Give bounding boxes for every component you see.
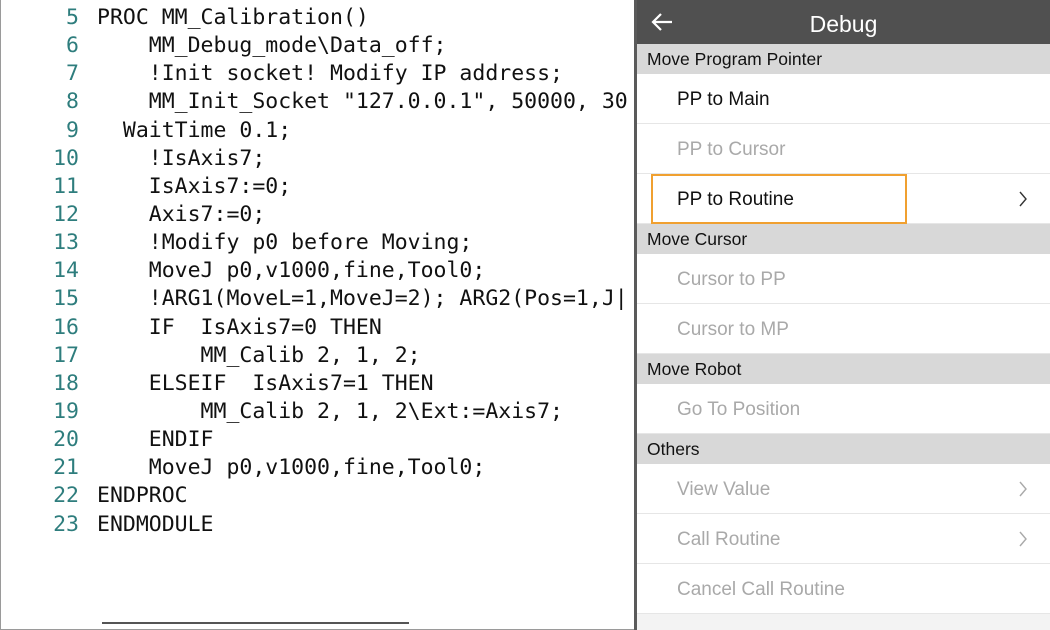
code-text: ENDMODULE bbox=[97, 511, 214, 537]
line-number: 9 bbox=[66, 117, 79, 143]
section-header-move-robot: Move Robot bbox=[637, 354, 1050, 384]
code-lines: 5 PROC MM_Calibration() 6 MM_Debug_mode\Da… bbox=[1, 4, 635, 539]
code-line[interactable]: 9 WaitTime 0.1; bbox=[1, 117, 635, 145]
menu-item-label: Cursor to MP bbox=[677, 319, 789, 340]
code-line[interactable]: 18 ELSEIF IsAxis7=1 THEN bbox=[1, 370, 635, 398]
code-line[interactable]: 11 IsAxis7:=0; bbox=[1, 173, 635, 201]
menu-item-call-routine[interactable]: Call Routine bbox=[637, 514, 1050, 564]
line-number: 7 bbox=[66, 61, 79, 87]
code-text: !Modify p0 before Moving; bbox=[97, 230, 473, 256]
code-line[interactable]: 13 !Modify p0 before Moving; bbox=[1, 229, 635, 257]
debug-header: Debug bbox=[637, 0, 1050, 44]
line-number: 12 bbox=[53, 201, 79, 227]
code-line[interactable]: 8 MM_Init_Socket "127.0.0.1", 50000, 30 bbox=[1, 88, 635, 116]
menu-item-pp-to-routine[interactable]: PP to Routine bbox=[637, 174, 1050, 224]
menu-item-cancel-call-routine[interactable]: Cancel Call Routine bbox=[637, 564, 1050, 614]
code-line[interactable]: 21 MoveJ p0,v1000,fine,Tool0; bbox=[1, 454, 635, 482]
line-number: 11 bbox=[53, 173, 79, 199]
line-number: 18 bbox=[53, 370, 79, 396]
menu-item-cursor-to-mp[interactable]: Cursor to MP bbox=[637, 304, 1050, 354]
code-text: MM_Calib 2, 1, 2; bbox=[97, 342, 421, 368]
code-text: IF IsAxis7=0 THEN bbox=[97, 314, 382, 340]
code-text: MM_Debug_mode\Data_off; bbox=[97, 33, 447, 59]
code-text: MoveJ p0,v1000,fine,Tool0; bbox=[97, 258, 486, 284]
code-text: MM_Calib 2, 1, 2\Ext:=Axis7; bbox=[97, 398, 563, 424]
debug-title: Debug bbox=[809, 11, 878, 37]
code-line[interactable]: 5 PROC MM_Calibration() bbox=[1, 4, 635, 32]
code-line[interactable]: 20 ENDIF bbox=[1, 426, 635, 454]
menu-item-cursor-to-pp[interactable]: Cursor to PP bbox=[637, 254, 1050, 304]
code-line[interactable]: 19 MM_Calib 2, 1, 2\Ext:=Axis7; bbox=[1, 398, 635, 426]
menu-item-label: Call Routine bbox=[677, 529, 781, 550]
line-number: 19 bbox=[53, 398, 79, 424]
line-number: 14 bbox=[53, 258, 79, 284]
section-header-others: Others bbox=[637, 434, 1050, 464]
horizontal-scrollbar[interactable] bbox=[102, 622, 409, 624]
menu-item-pp-to-main[interactable]: PP to Main bbox=[637, 74, 1050, 124]
code-text: MM_Init_Socket "127.0.0.1", 50000, 30 bbox=[97, 89, 628, 115]
code-line[interactable]: 6 MM_Debug_mode\Data_off; bbox=[1, 32, 635, 60]
code-text: MoveJ p0,v1000,fine,Tool0; bbox=[97, 455, 486, 481]
menu-item-pp-to-cursor[interactable]: PP to Cursor bbox=[637, 124, 1050, 174]
menu-item-label: Go To Position bbox=[677, 399, 801, 420]
chevron-right-icon bbox=[1019, 481, 1027, 497]
line-number: 15 bbox=[53, 286, 79, 312]
line-number: 10 bbox=[53, 145, 79, 171]
chevron-right-icon bbox=[1019, 531, 1027, 547]
menu-item-view-value[interactable]: View Value bbox=[637, 464, 1050, 514]
code-line[interactable]: 15 !ARG1(MoveL=1,MoveJ=2); ARG2(Pos=1,J| bbox=[1, 285, 635, 313]
code-text: PROC MM_Calibration() bbox=[97, 5, 369, 30]
section-header-move-cursor: Move Cursor bbox=[637, 224, 1050, 254]
code-text: ENDPROC bbox=[97, 483, 188, 509]
code-line[interactable]: 17 MM_Calib 2, 1, 2; bbox=[1, 342, 635, 370]
code-line[interactable]: 16 IF IsAxis7=0 THEN bbox=[1, 314, 635, 342]
menu-item-label: View Value bbox=[677, 479, 771, 500]
code-text: Axis7:=0; bbox=[97, 201, 266, 227]
menu-item-label: Cancel Call Routine bbox=[677, 579, 845, 600]
code-line[interactable]: 12 Axis7:=0; bbox=[1, 201, 635, 229]
code-line[interactable]: 23 ENDMODULE bbox=[1, 511, 635, 539]
line-number: 23 bbox=[53, 511, 79, 537]
code-line[interactable]: 22 ENDPROC bbox=[1, 482, 635, 510]
menu-item-label: PP to Routine bbox=[677, 189, 794, 210]
line-number: 6 bbox=[66, 33, 79, 59]
code-text: IsAxis7:=0; bbox=[97, 173, 292, 199]
line-number: 5 bbox=[66, 5, 79, 30]
line-number: 22 bbox=[53, 483, 79, 509]
line-number: 16 bbox=[53, 314, 79, 340]
section-header-move-program-pointer: Move Program Pointer bbox=[637, 44, 1050, 74]
menu-item-label: PP to Cursor bbox=[677, 139, 786, 160]
chevron-right-icon bbox=[1019, 191, 1027, 207]
line-number: 20 bbox=[53, 427, 79, 453]
code-line[interactable]: 7 !Init socket! Modify IP address; bbox=[1, 60, 635, 88]
code-text: ELSEIF IsAxis7=1 THEN bbox=[97, 370, 434, 396]
code-text: WaitTime 0.1; bbox=[97, 117, 292, 143]
code-text: !Init socket! Modify IP address; bbox=[97, 61, 563, 87]
debug-panel: Debug Move Program Pointer PP to Main PP t… bbox=[637, 0, 1050, 630]
line-number: 17 bbox=[53, 342, 79, 368]
line-number: 13 bbox=[53, 230, 79, 256]
code-text: ENDIF bbox=[97, 427, 214, 453]
code-text: !IsAxis7; bbox=[97, 145, 266, 171]
line-number: 21 bbox=[53, 455, 79, 481]
menu-item-label: PP to Main bbox=[677, 89, 770, 110]
code-line[interactable]: 10 !IsAxis7; bbox=[1, 145, 635, 173]
debug-menu: Move Program Pointer PP to Main PP to Curs… bbox=[637, 44, 1050, 614]
menu-item-go-to-position[interactable]: Go To Position bbox=[637, 384, 1050, 434]
code-editor[interactable]: 5 PROC MM_Calibration() 6 MM_Debug_mode\Da… bbox=[0, 0, 636, 630]
line-number: 8 bbox=[66, 89, 79, 115]
code-line[interactable]: 14 MoveJ p0,v1000,fine,Tool0; bbox=[1, 257, 635, 285]
menu-item-label: Cursor to PP bbox=[677, 269, 786, 290]
code-text: !ARG1(MoveL=1,MoveJ=2); ARG2(Pos=1,J| bbox=[97, 286, 628, 312]
